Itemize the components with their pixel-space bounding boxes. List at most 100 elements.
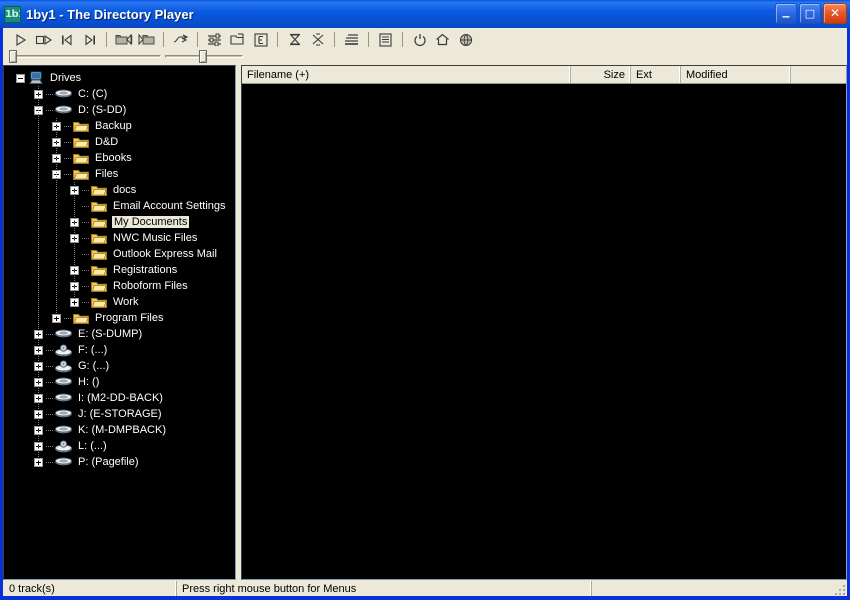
tree-connector-line [74, 182, 75, 302]
folder-icon [73, 137, 89, 148]
tag-editor-button[interactable] [249, 30, 272, 50]
tree-item-label: K: (M-DMPBACK) [78, 424, 166, 436]
column-header-modified[interactable]: Modified [681, 66, 791, 83]
next-folder-button[interactable] [135, 30, 158, 50]
tree-item-label: Ebooks [95, 152, 132, 164]
minimize-button[interactable]: _ [775, 3, 797, 24]
file-list-body[interactable] [242, 84, 846, 579]
harddisk-icon [55, 104, 72, 116]
play-icon [15, 33, 26, 46]
harddisk-icon [55, 409, 72, 418]
minimize-icon: _ [782, 2, 790, 18]
tree-item[interactable]: Drives [4, 70, 235, 86]
position-slider[interactable] [9, 50, 161, 63]
harddisk-icon [55, 89, 72, 98]
tree-connector [82, 301, 90, 303]
folder-icon [91, 200, 107, 213]
tree-item-label: G: (...) [78, 360, 110, 372]
playlist-button[interactable] [340, 30, 363, 50]
list-view-button[interactable] [374, 30, 397, 50]
toolbar-separator [402, 32, 403, 47]
harddisk-icon [55, 393, 72, 402]
tree-item-label: E: (S-DUMP) [78, 328, 143, 340]
tree-item-label: J: (E-STORAGE) [78, 408, 162, 420]
cdrom-icon [55, 343, 72, 356]
previous-folder-icon [115, 33, 132, 46]
harddisk-icon [55, 392, 72, 404]
globe-button[interactable] [454, 30, 477, 50]
previous-track-button[interactable] [55, 30, 78, 50]
tree-connector-line [56, 118, 57, 318]
folder-icon [91, 297, 107, 308]
play-button[interactable] [9, 30, 32, 50]
folder-icon [73, 152, 89, 165]
resize-grip-icon[interactable] [833, 583, 845, 595]
playlist-lines-icon [344, 34, 358, 45]
home-icon [436, 33, 449, 46]
sleep-timer-button[interactable] [283, 30, 306, 50]
folder-icon [91, 249, 107, 260]
power-button[interactable] [408, 30, 431, 50]
folder-icon [91, 185, 107, 196]
tree-item-label: C: (C) [78, 88, 108, 100]
tree-item-label: Backup [95, 120, 132, 132]
status-hint: Press right mouse button for Menus [175, 581, 590, 596]
tree-item-label: Outlook Express Mail [113, 248, 217, 260]
column-header-size[interactable]: Size [571, 66, 631, 83]
folder-icon [73, 168, 89, 181]
column-header-filename[interactable]: Filename (+) [242, 66, 571, 83]
folder-icon [91, 265, 107, 276]
file-list-panel[interactable]: Filename (+) Size Ext Modified [241, 65, 847, 580]
cdrom-icon [55, 359, 72, 373]
play-pause-button[interactable] [32, 30, 55, 50]
next-folder-icon [138, 33, 154, 46]
list-view-icon [379, 32, 392, 47]
next-track-button[interactable] [78, 30, 101, 50]
next-track-icon [84, 33, 95, 46]
column-header-label: Ext [636, 68, 652, 81]
folder-icon [73, 120, 89, 133]
position-slider-thumb[interactable] [9, 50, 17, 63]
tree-connector [82, 253, 90, 255]
column-header-ext[interactable]: Ext [631, 66, 681, 83]
harddisk-icon [55, 328, 72, 340]
toolbar-separator [106, 32, 107, 47]
jump-button[interactable] [169, 30, 192, 50]
equalizer-button[interactable] [203, 30, 226, 50]
folder-button[interactable] [226, 30, 249, 50]
computer-icon [28, 71, 44, 85]
window-title: 1by1 - The Directory Player [26, 6, 194, 22]
harddisk-icon [55, 88, 72, 100]
folder-icon [91, 264, 107, 277]
previous-folder-button[interactable] [112, 30, 135, 50]
tree-connector [46, 461, 54, 463]
directory-tree-panel[interactable]: Drives C: (C) D: (S-DD) Backup D&D Ebooks File… [3, 65, 236, 580]
boxed-e-icon [253, 32, 268, 47]
status-bar: 0 track(s) Press right mouse button for … [0, 580, 850, 600]
app-icon-label: 1b1 [5, 8, 20, 20]
folder-icon [91, 248, 107, 261]
title-bar[interactable]: 1b1 1by1 - The Directory Player _ □ ✕ [0, 0, 850, 28]
tree-connector [46, 397, 54, 399]
volume-slider[interactable] [165, 50, 243, 63]
random-button[interactable] [306, 30, 329, 50]
home-button[interactable] [431, 30, 454, 50]
maximize-icon: □ [804, 7, 816, 20]
close-button[interactable]: ✕ [823, 3, 847, 24]
tree-item-label: D&D [95, 136, 119, 148]
folder-icon [91, 233, 107, 244]
harddisk-icon [55, 329, 72, 338]
status-spare [590, 581, 847, 596]
harddisk-icon [55, 424, 72, 436]
column-header-spare[interactable] [791, 66, 846, 83]
toolbar-separator [334, 32, 335, 47]
app-icon: 1b1 [4, 5, 21, 23]
tree-connector [46, 109, 54, 111]
cdrom-icon [55, 439, 72, 452]
toolbar-separator [277, 32, 278, 47]
tree-item-label: I: (M2-DD-BACK) [78, 392, 163, 404]
collapse-icon[interactable] [16, 73, 25, 83]
folder-icon [73, 313, 89, 324]
volume-slider-thumb[interactable] [199, 50, 207, 63]
maximize-button[interactable]: □ [799, 3, 821, 24]
